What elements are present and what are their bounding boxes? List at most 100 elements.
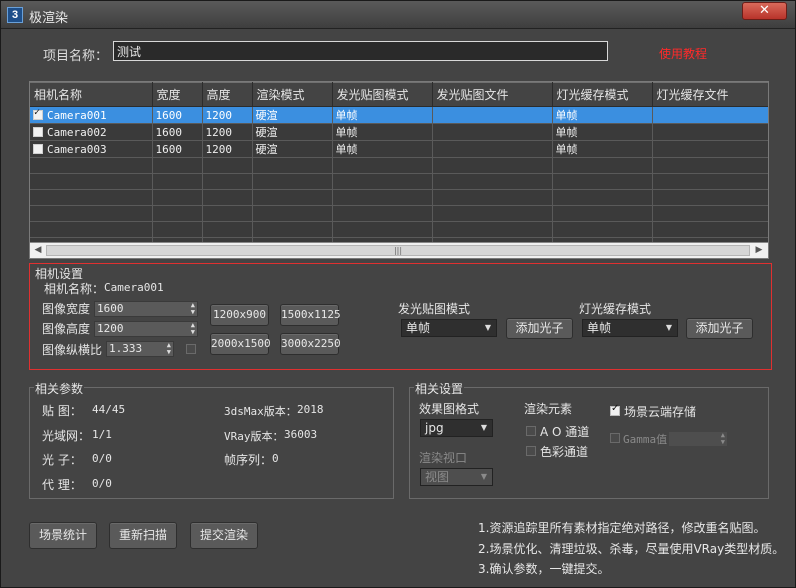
cloud-storage-checkbox[interactable]: ✓ [610, 403, 620, 416]
column-header[interactable]: 发光贴图文件 [432, 82, 553, 107]
empty-table-row [30, 157, 768, 174]
table-cell-lc-file[interactable] [652, 140, 768, 158]
table-cell-irr-mode[interactable]: 单帧 [332, 123, 433, 141]
table-cell-width[interactable]: 1600 [152, 123, 203, 141]
scroll-right-icon[interactable]: ▶ [752, 244, 766, 257]
gamma-spinner[interactable]: ▲ ▼ [668, 431, 728, 447]
chevron-down-icon: ▼ [480, 472, 487, 481]
column-header[interactable]: 灯光缓存文件 [652, 82, 768, 107]
table-cell-lc-file[interactable] [652, 123, 768, 141]
image-width-spinner[interactable]: 1600 ▲ ▼ [94, 301, 198, 317]
gamma-checkbox[interactable] [610, 433, 620, 443]
preset-1500x1125-button[interactable]: 1500x1125 [280, 304, 341, 326]
table-cell-lc-mode[interactable]: 单帧 [552, 106, 653, 124]
empty-cell [152, 173, 203, 190]
color-channel-label: 色彩通道 [540, 445, 589, 459]
ao-channel-label: A O 通道 [540, 425, 590, 439]
table-cell-lc-mode[interactable]: 单帧 [552, 123, 653, 141]
color-channel-checkbox[interactable] [526, 446, 536, 456]
table-cell-width[interactable]: 1600 [152, 140, 203, 158]
column-header[interactable]: 渲染模式 [252, 82, 333, 107]
camera-name-cell[interactable]: Camera003 [30, 140, 153, 158]
render-viewport-select[interactable]: 视图 ▼ [420, 468, 493, 486]
column-header[interactable]: 发光贴图模式 [332, 82, 433, 107]
chevron-down-icon: ▼ [484, 323, 491, 332]
table-cell-irr-file[interactable] [432, 106, 553, 124]
output-format-select[interactable]: jpg ▼ [420, 419, 493, 437]
preset-2000x1500-button[interactable]: 2000x1500 [210, 333, 271, 355]
project-name-input[interactable] [113, 41, 608, 61]
aspect-lock-checkbox[interactable] [186, 344, 196, 354]
preset-1200x900-button[interactable]: 1200x900 [210, 304, 269, 326]
light-cache-mode-select[interactable]: 单帧 ▼ [582, 319, 678, 337]
proxy-value: 0/0 [92, 477, 112, 490]
image-height-spinner[interactable]: 1200 ▲ ▼ [94, 321, 198, 337]
column-header[interactable]: 灯光缓存模式 [552, 82, 653, 107]
close-button[interactable]: ✕ [742, 2, 787, 20]
scroll-thumb[interactable]: ||| [46, 245, 750, 256]
table-cell-render-mode[interactable]: 硬渲 [252, 106, 333, 124]
empty-cell [30, 189, 153, 206]
camera-name-label: 相机名称： [44, 282, 105, 296]
column-header[interactable]: 相机名称 [30, 82, 153, 107]
camera-name-text: Camera001 [47, 108, 107, 122]
spinner-arrows-icon[interactable]: ▲ ▼ [191, 322, 195, 336]
empty-cell [252, 189, 333, 206]
table-row[interactable]: Camera002 1600 1200 硬渲 单帧 单帧 [30, 123, 768, 141]
irradiance-add-photon-button[interactable]: 添加光子 [506, 318, 573, 339]
empty-cell [202, 189, 253, 206]
submit-render-button[interactable]: 提交渲染 [190, 522, 258, 549]
column-header[interactable]: 高度 [202, 82, 253, 107]
empty-cell [552, 157, 653, 174]
aspect-ratio-spinner[interactable]: 1.333 ▲ ▼ [106, 341, 174, 357]
table-cell-render-mode[interactable]: 硬渲 [252, 140, 333, 158]
table-cell-render-mode[interactable]: 硬渲 [252, 123, 333, 141]
horizontal-scrollbar[interactable]: ◀ ||| ▶ [30, 242, 768, 258]
camera-name-cell[interactable]: Camera001 [30, 106, 153, 124]
table-cell-irr-mode[interactable]: 单帧 [332, 106, 433, 124]
empty-table-row [30, 205, 768, 222]
scroll-left-icon[interactable]: ◀ [31, 244, 45, 257]
ao-channel-checkbox[interactable] [526, 426, 536, 436]
empty-cell [30, 173, 153, 190]
row-checkbox[interactable] [33, 143, 43, 154]
table-cell-irr-file[interactable] [432, 123, 553, 141]
preset-3000x2250-button[interactable]: 3000x2250 [280, 333, 341, 355]
vray-version-value: 36003 [284, 428, 318, 441]
table-cell-irr-mode[interactable]: 单帧 [332, 140, 433, 158]
spinner-arrows-icon[interactable]: ▲ ▼ [167, 342, 171, 356]
spinner-arrows-icon[interactable]: ▲ ▼ [191, 302, 195, 316]
empty-table-row [30, 189, 768, 206]
row-checkbox[interactable] [33, 126, 43, 137]
empty-table-row [30, 221, 768, 238]
table-row[interactable]: Camera003 1600 1200 硬渲 单帧 单帧 [30, 140, 768, 158]
table-cell-height[interactable]: 1200 [202, 140, 253, 158]
column-header[interactable]: 宽度 [152, 82, 203, 107]
irradiance-mode-select[interactable]: 单帧 ▼ [401, 319, 497, 337]
light-cache-add-photon-button[interactable]: 添加光子 [686, 318, 753, 339]
table-cell-height[interactable]: 1200 [202, 123, 253, 141]
spinner-arrows-icon[interactable]: ▲ ▼ [721, 432, 725, 446]
light-cache-mode-value: 单帧 [587, 321, 612, 335]
table-cell-lc-mode[interactable]: 单帧 [552, 140, 653, 158]
render-viewport-label: 渲染视口 [419, 451, 468, 465]
table-cell-height[interactable]: 1200 [202, 106, 253, 124]
rescan-button[interactable]: 重新扫描 [109, 522, 177, 549]
gamma-label: Gamma值 [623, 433, 668, 446]
table-row[interactable]: Camera00116001200硬渲单帧单帧 [30, 106, 768, 124]
camera-name-cell[interactable]: Camera002 [30, 123, 153, 141]
max-version-value: 2018 [297, 403, 324, 416]
empty-table-row [30, 173, 768, 190]
table-cell-irr-file[interactable] [432, 140, 553, 158]
empty-cell [652, 157, 768, 174]
image-height-value: 1200 [97, 322, 124, 335]
table-header-row: 相机名称 宽度 高度 渲染模式 发光贴图模式 发光贴图文件 灯光缓存模式 灯光缓… [30, 82, 768, 107]
table-cell-width[interactable]: 1600 [152, 106, 203, 124]
error-message: 使用教程 [659, 47, 708, 61]
row-checkbox[interactable] [33, 107, 43, 120]
scene-stats-button[interactable]: 场景统计 [29, 522, 97, 549]
table-cell-lc-file[interactable] [652, 106, 768, 124]
camera-table: 相机名称 宽度 高度 渲染模式 发光贴图模式 发光贴图文件 灯光缓存模式 灯光缓… [30, 82, 768, 242]
empty-cell [332, 205, 433, 222]
title-bar[interactable]: 3 极渲染 ✕ [1, 1, 795, 29]
